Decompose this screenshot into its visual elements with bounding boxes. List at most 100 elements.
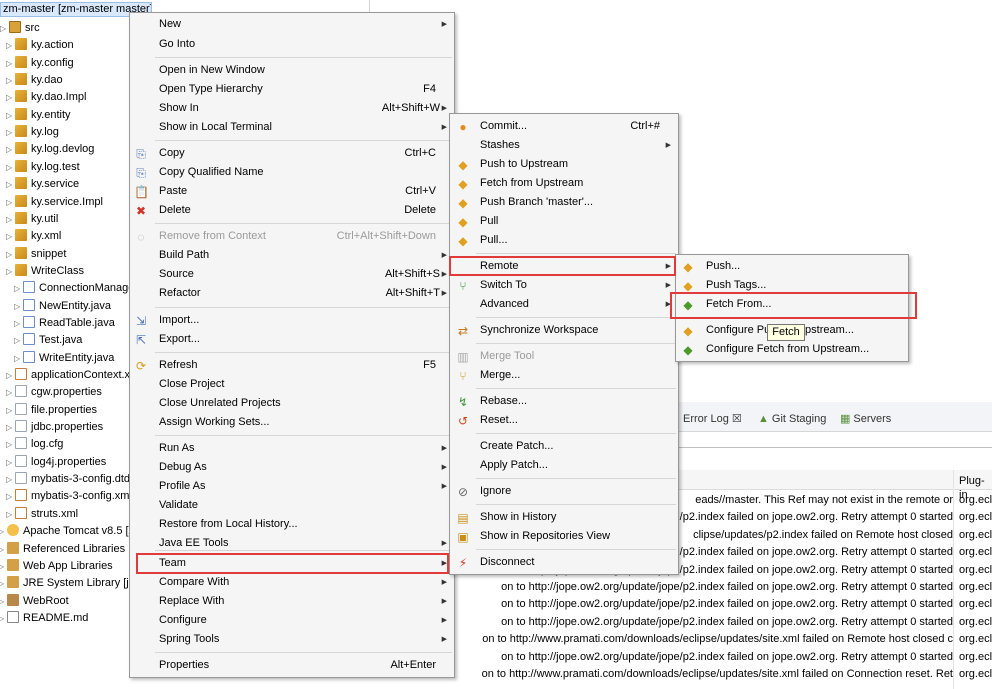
expand-arrow-icon[interactable]: ▷: [6, 419, 15, 436]
tree-item[interactable]: ▷ applicationContext.xml: [6, 367, 142, 384]
expand-arrow-icon[interactable]: ▷: [14, 350, 23, 367]
menu-item-debug-as[interactable]: Debug As ▶: [130, 458, 454, 477]
tree-item[interactable]: ▷ WriteClass: [6, 263, 84, 280]
tree-item[interactable]: ▷ ky.util: [6, 211, 58, 228]
expand-arrow-icon[interactable]: ▷: [6, 89, 15, 106]
expand-arrow-icon[interactable]: ▷: [6, 488, 15, 505]
tree-item[interactable]: ▷ ky.entity: [6, 107, 71, 124]
log-row[interactable]: on to http://jope.ow2.org/update/jope/p2…: [370, 649, 992, 666]
expand-arrow-icon[interactable]: ▷: [6, 367, 15, 384]
menu-item-copy-qualified-name[interactable]: ⎘ Copy Qualified Name: [130, 163, 454, 182]
tree-item[interactable]: ▷ ky.dao.Impl: [6, 89, 86, 106]
expand-arrow-icon[interactable]: ▷: [6, 159, 15, 176]
expand-arrow-icon[interactable]: ▷: [6, 228, 15, 245]
tree-item[interactable]: ▷ ReadTable.java: [14, 315, 115, 332]
expand-arrow-icon[interactable]: ▷: [6, 55, 15, 72]
expand-arrow-icon[interactable]: ▷: [6, 506, 15, 523]
menu-item-reset[interactable]: ↺ Reset...: [450, 411, 678, 430]
expand-arrow-icon[interactable]: ▷: [6, 176, 15, 193]
expand-arrow-icon[interactable]: ▷: [0, 523, 7, 540]
tab-servers[interactable]: ▦ Servers: [840, 412, 891, 426]
expand-arrow-icon[interactable]: ▷: [6, 211, 15, 228]
tree-item[interactable]: ▷ mybatis-3-config.xml: [6, 488, 132, 505]
tree-item[interactable]: ▷ ky.xml: [6, 228, 61, 245]
menu-item-run-as[interactable]: Run As ▶: [130, 439, 454, 458]
menu-item-build-path[interactable]: Build Path ▶: [130, 246, 454, 265]
menu-item-refactor[interactable]: Refactor Alt+Shift+T ▶: [130, 284, 454, 303]
menu-item-close-project[interactable]: Close Project: [130, 375, 454, 394]
menu-item-validate[interactable]: Validate: [130, 496, 454, 515]
menu-item-restore-from-local-history[interactable]: Restore from Local History...: [130, 515, 454, 534]
tree-item[interactable]: ▷ struts.xml: [6, 506, 78, 523]
tree-item[interactable]: ▷ ky.service: [6, 176, 79, 193]
menu-item-open-type-hierarchy[interactable]: Open Type Hierarchy F4: [130, 80, 454, 99]
menu-item-rebase[interactable]: ↯ Rebase...: [450, 392, 678, 411]
menu-item-apply-patch[interactable]: Apply Patch...: [450, 456, 678, 475]
menu-item-push-to-upstream[interactable]: ◆ Push to Upstream: [450, 155, 678, 174]
expand-arrow-icon[interactable]: ▷: [6, 124, 15, 141]
menu-item-stashes[interactable]: Stashes ▶: [450, 136, 678, 155]
menu-item-remove-from-context[interactable]: ◌ Remove from Context Ctrl+Alt+Shift+Down: [130, 227, 454, 246]
tree-item[interactable]: ▷ file.properties: [6, 402, 97, 419]
menu-item-properties[interactable]: Properties Alt+Enter: [130, 656, 454, 675]
menu-item-configure[interactable]: Configure ▶: [130, 611, 454, 630]
menu-item-team[interactable]: Team ▶: [130, 554, 454, 573]
menu-item-show-in[interactable]: Show In Alt+Shift+W ▶: [130, 99, 454, 118]
menu-item-create-patch[interactable]: Create Patch...: [450, 437, 678, 456]
expand-arrow-icon[interactable]: ▷: [14, 315, 23, 332]
menu-item-pull[interactable]: ◆ Pull...: [450, 231, 678, 250]
tree-item[interactable]: ▷ snippet: [6, 246, 66, 263]
menu-item-import[interactable]: ⇲ Import...: [130, 311, 454, 330]
menu-item-spring-tools[interactable]: Spring Tools ▶: [130, 630, 454, 649]
tree-item[interactable]: ▷ src: [0, 20, 40, 37]
menu-item-show-in-local-terminal[interactable]: Show in Local Terminal ▶: [130, 118, 454, 137]
expand-arrow-icon[interactable]: ▷: [6, 471, 15, 488]
menu-item-refresh[interactable]: ⟳ Refresh F5: [130, 356, 454, 375]
tree-item[interactable]: ▷ ky.log.test: [6, 159, 80, 176]
tree-item[interactable]: ▷ Test.java: [14, 332, 82, 349]
menu-item-merge[interactable]: ⑂ Merge...: [450, 366, 678, 385]
tree-item[interactable]: ▷ README.md: [0, 610, 88, 627]
menu-item-synchronize-workspace[interactable]: ⇄ Synchronize Workspace: [450, 321, 678, 340]
menu-item-open-in-new-window[interactable]: Open in New Window: [130, 61, 454, 80]
menu-item-remote[interactable]: Remote ▶: [450, 257, 678, 276]
menu-item-go-into[interactable]: Go Into: [130, 35, 454, 54]
expand-arrow-icon[interactable]: ▷: [6, 194, 15, 211]
menu-item-export[interactable]: ⇱ Export...: [130, 330, 454, 349]
menu-item-source[interactable]: Source Alt+Shift+S ▶: [130, 265, 454, 284]
tree-item[interactable]: ▷ cgw.properties: [6, 384, 102, 401]
expand-arrow-icon[interactable]: ▷: [0, 575, 7, 592]
menu-item-push[interactable]: ◆ Push...: [676, 257, 908, 276]
expand-arrow-icon[interactable]: ▷: [0, 593, 7, 610]
tree-item[interactable]: ▷ NewEntity.java: [14, 298, 111, 315]
expand-arrow-icon[interactable]: ▷: [6, 72, 15, 89]
menu-item-disconnect[interactable]: ⚡ Disconnect: [450, 553, 678, 572]
expand-arrow-icon[interactable]: ▷: [0, 20, 9, 37]
expand-arrow-icon[interactable]: ▷: [6, 107, 15, 124]
tree-item[interactable]: ▷ ky.action: [6, 37, 74, 54]
expand-arrow-icon[interactable]: ▷: [6, 436, 15, 453]
tree-item[interactable]: ▷ ky.config: [6, 55, 74, 72]
tree-item[interactable]: ▷ log4j.properties: [6, 454, 106, 471]
expand-arrow-icon[interactable]: ▷: [6, 246, 15, 263]
tab-error-log[interactable]: Error Log ☒: [683, 412, 742, 426]
expand-arrow-icon[interactable]: ▷: [6, 384, 15, 401]
menu-item-commit[interactable]: ● Commit... Ctrl+#: [450, 117, 678, 136]
menu-item-close-unrelated-projects[interactable]: Close Unrelated Projects: [130, 394, 454, 413]
menu-item-new[interactable]: New ▶: [130, 15, 454, 34]
tree-item[interactable]: ▷ jdbc.properties: [6, 419, 103, 436]
menu-item-configure-fetch-from-upstream[interactable]: ◆ Configure Fetch from Upstream...: [676, 340, 908, 359]
tree-item[interactable]: ▷ log.cfg: [6, 436, 63, 453]
menu-item-switch-to[interactable]: ⑂ Switch To ▶: [450, 276, 678, 295]
menu-item-compare-with[interactable]: Compare With ▶: [130, 573, 454, 592]
tree-item[interactable]: ▷ ky.service.Impl: [6, 194, 103, 211]
menu-item-merge-tool[interactable]: ▥ Merge Tool: [450, 347, 678, 366]
tree-item[interactable]: ▷ WebRoot: [0, 593, 69, 610]
expand-arrow-icon[interactable]: ▷: [6, 141, 15, 158]
menu-item-replace-with[interactable]: Replace With ▶: [130, 592, 454, 611]
expand-arrow-icon[interactable]: ▷: [6, 454, 15, 471]
expand-arrow-icon[interactable]: ▷: [0, 558, 7, 575]
log-row[interactable]: on to http://jope.ow2.org/update/jope/p2…: [370, 596, 992, 613]
log-row[interactable]: on to http://jope.ow2.org/update/jope/p2…: [370, 579, 992, 596]
expand-arrow-icon[interactable]: ▷: [6, 37, 15, 54]
